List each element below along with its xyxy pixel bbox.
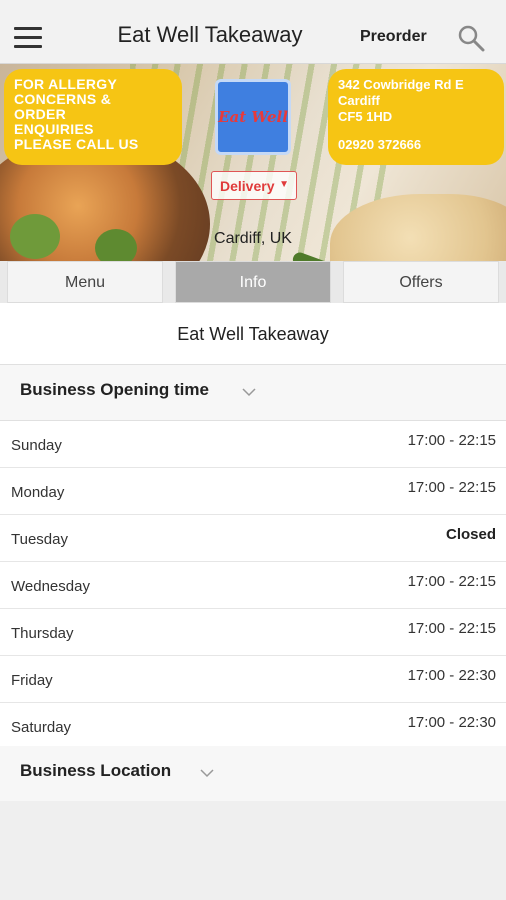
section-title: Business Opening time xyxy=(20,380,209,399)
hours-row: Friday 17:00 - 22:30 xyxy=(0,656,506,703)
opening-time-section-header[interactable]: Business Opening time xyxy=(0,365,506,421)
notice-line: PLEASE CALL US xyxy=(14,136,139,152)
address-notice: 342 Cowbridge Rd E Cardiff CF5 1HD 02920… xyxy=(328,69,504,165)
day-label: Saturday xyxy=(11,719,72,736)
day-label: Sunday xyxy=(11,437,62,454)
day-label: Monday xyxy=(11,484,65,501)
notice-line: ORDER xyxy=(14,106,67,122)
allergy-notice: FOR ALLERGY CONCERNS & ORDER ENQUIRIES P… xyxy=(4,69,182,165)
opening-hours-list: Sunday 17:00 - 22:15 Monday 17:00 - 22:1… xyxy=(0,421,506,750)
time-value: 17:00 - 22:30 xyxy=(407,714,496,731)
day-label: Thursday xyxy=(11,625,74,642)
time-value: Closed xyxy=(445,526,496,543)
preorder-button[interactable]: Preorder xyxy=(360,28,427,46)
order-type-value: Delivery xyxy=(220,178,275,194)
address-line: 342 Cowbridge Rd E xyxy=(338,77,464,92)
search-icon[interactable] xyxy=(457,24,485,52)
day-label: Wednesday xyxy=(11,578,90,595)
logo-text: Eat Well xyxy=(218,108,288,126)
tab-menu[interactable]: Menu xyxy=(7,261,163,303)
tab-info[interactable]: Info xyxy=(175,261,331,303)
phone-number[interactable]: 02920 372666 xyxy=(338,137,494,153)
address-line: Cardiff xyxy=(338,93,380,108)
app-title: Eat Well Takeaway xyxy=(117,22,303,47)
day-label: Tuesday xyxy=(11,531,68,548)
caret-down-icon: ▼ xyxy=(279,179,289,190)
hours-row: Monday 17:00 - 22:15 xyxy=(0,468,506,515)
notice-line: CONCERNS & xyxy=(14,91,112,107)
hours-row: Tuesday Closed xyxy=(0,515,506,562)
restaurant-logo: Eat Well xyxy=(215,79,291,155)
business-location-section-header[interactable]: Business Location xyxy=(0,746,506,802)
chevron-down-icon xyxy=(242,388,256,397)
day-label: Friday xyxy=(11,672,53,689)
page-background xyxy=(0,801,506,900)
time-value: 17:00 - 22:15 xyxy=(407,620,496,637)
app-header: Eat Well Takeaway Preorder xyxy=(0,0,506,64)
hours-row: Sunday 17:00 - 22:15 xyxy=(0,421,506,468)
section-title: Business Location xyxy=(20,761,172,780)
hours-row: Wednesday 17:00 - 22:15 xyxy=(0,562,506,609)
time-value: 17:00 - 22:15 xyxy=(407,479,496,496)
hours-row: Saturday 17:00 - 22:30 xyxy=(0,703,506,750)
time-value: 17:00 - 22:15 xyxy=(407,573,496,590)
restaurant-location: Cardiff, UK xyxy=(214,230,292,247)
order-type-select[interactable]: Delivery ▼ xyxy=(211,171,297,200)
hours-row: Thursday 17:00 - 22:15 xyxy=(0,609,506,656)
tab-offers[interactable]: Offers xyxy=(343,261,499,303)
notice-line: FOR ALLERGY xyxy=(14,76,118,92)
tab-bar: Menu Info Offers xyxy=(0,261,506,303)
business-name: Eat Well Takeaway xyxy=(0,303,506,365)
address-line: CF5 1HD xyxy=(338,109,393,124)
notice-line: ENQUIRIES xyxy=(14,121,94,137)
chevron-down-icon xyxy=(200,769,214,778)
time-value: 17:00 - 22:30 xyxy=(407,667,496,684)
time-value: 17:00 - 22:15 xyxy=(407,432,496,449)
